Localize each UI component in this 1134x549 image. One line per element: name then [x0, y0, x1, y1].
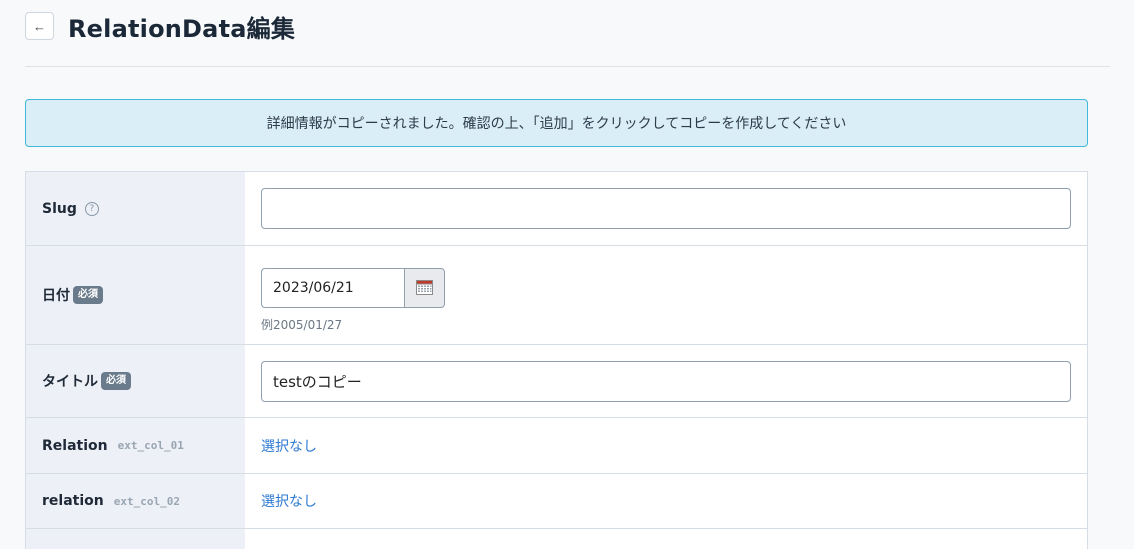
- help-icon[interactable]: ?: [84, 201, 99, 216]
- relation1-label-cell: Relation ext_col_01: [26, 418, 245, 473]
- slug-label-cell: Slug ?: [26, 172, 245, 245]
- next-label-cell: [26, 529, 245, 549]
- copy-notice-text: 詳細情報がコピーされました。確認の上、「追加」をクリックしてコピーを作成してくだ…: [266, 116, 847, 132]
- date-picker: [261, 267, 445, 308]
- relation1-select-link[interactable]: 選択なし: [261, 436, 1071, 456]
- calendar-button[interactable]: [404, 267, 445, 308]
- slug-value-cell: [245, 172, 1087, 245]
- slug-label: Slug: [42, 200, 77, 217]
- calendar-icon: [416, 280, 433, 295]
- copy-notice-banner: 詳細情報がコピーされました。確認の上、「追加」をクリックしてコピーを作成してくだ…: [25, 99, 1088, 147]
- relation2-label-cell: relation ext_col_02: [26, 474, 245, 528]
- date-input[interactable]: [261, 267, 404, 308]
- back-button[interactable]: ←: [25, 12, 54, 40]
- form-row-date: 日付 必須 例2005/01/27: [26, 246, 1087, 345]
- relation2-value-cell: 選択なし: [245, 474, 1087, 528]
- date-label-cell: 日付 必須: [26, 246, 245, 344]
- required-badge: 必須: [73, 286, 103, 304]
- form-row-relation-1: Relation ext_col_01 選択なし: [26, 418, 1087, 474]
- form-row-relation-2: relation ext_col_02 選択なし: [26, 474, 1087, 529]
- required-badge: 必須: [101, 372, 131, 390]
- relation1-field-key: ext_col_01: [117, 439, 184, 452]
- relation2-label: relation: [42, 493, 104, 509]
- form-row-next: [26, 529, 1087, 549]
- relation2-select-link[interactable]: 選択なし: [261, 491, 1071, 511]
- title-value-cell: [245, 345, 1087, 417]
- edit-form: Slug ? 日付 必須 2023/06/21 例2005/01/27 タイトル…: [25, 171, 1088, 549]
- date-example-text: 例2005/01/27: [261, 317, 343, 332]
- title-label: タイトル: [42, 374, 98, 390]
- date-value-cell: 例2005/01/27: [245, 246, 1087, 344]
- relation2-field-key: ext_col_02: [113, 494, 180, 508]
- header-divider: [25, 66, 1110, 67]
- slug-input[interactable]: [261, 188, 1071, 229]
- form-row-title: タイトル 必須: [26, 345, 1087, 418]
- page-title: RelationData編集: [68, 15, 296, 43]
- title-label-cell: タイトル 必須: [26, 345, 245, 417]
- relation1-value-cell: 選択なし: [245, 418, 1087, 473]
- date-label: 日付: [42, 288, 70, 304]
- relation1-label: Relation: [42, 437, 108, 454]
- title-input[interactable]: [261, 360, 1071, 402]
- form-row-slug: Slug ?: [26, 172, 1087, 246]
- next-value-cell: [245, 529, 1087, 549]
